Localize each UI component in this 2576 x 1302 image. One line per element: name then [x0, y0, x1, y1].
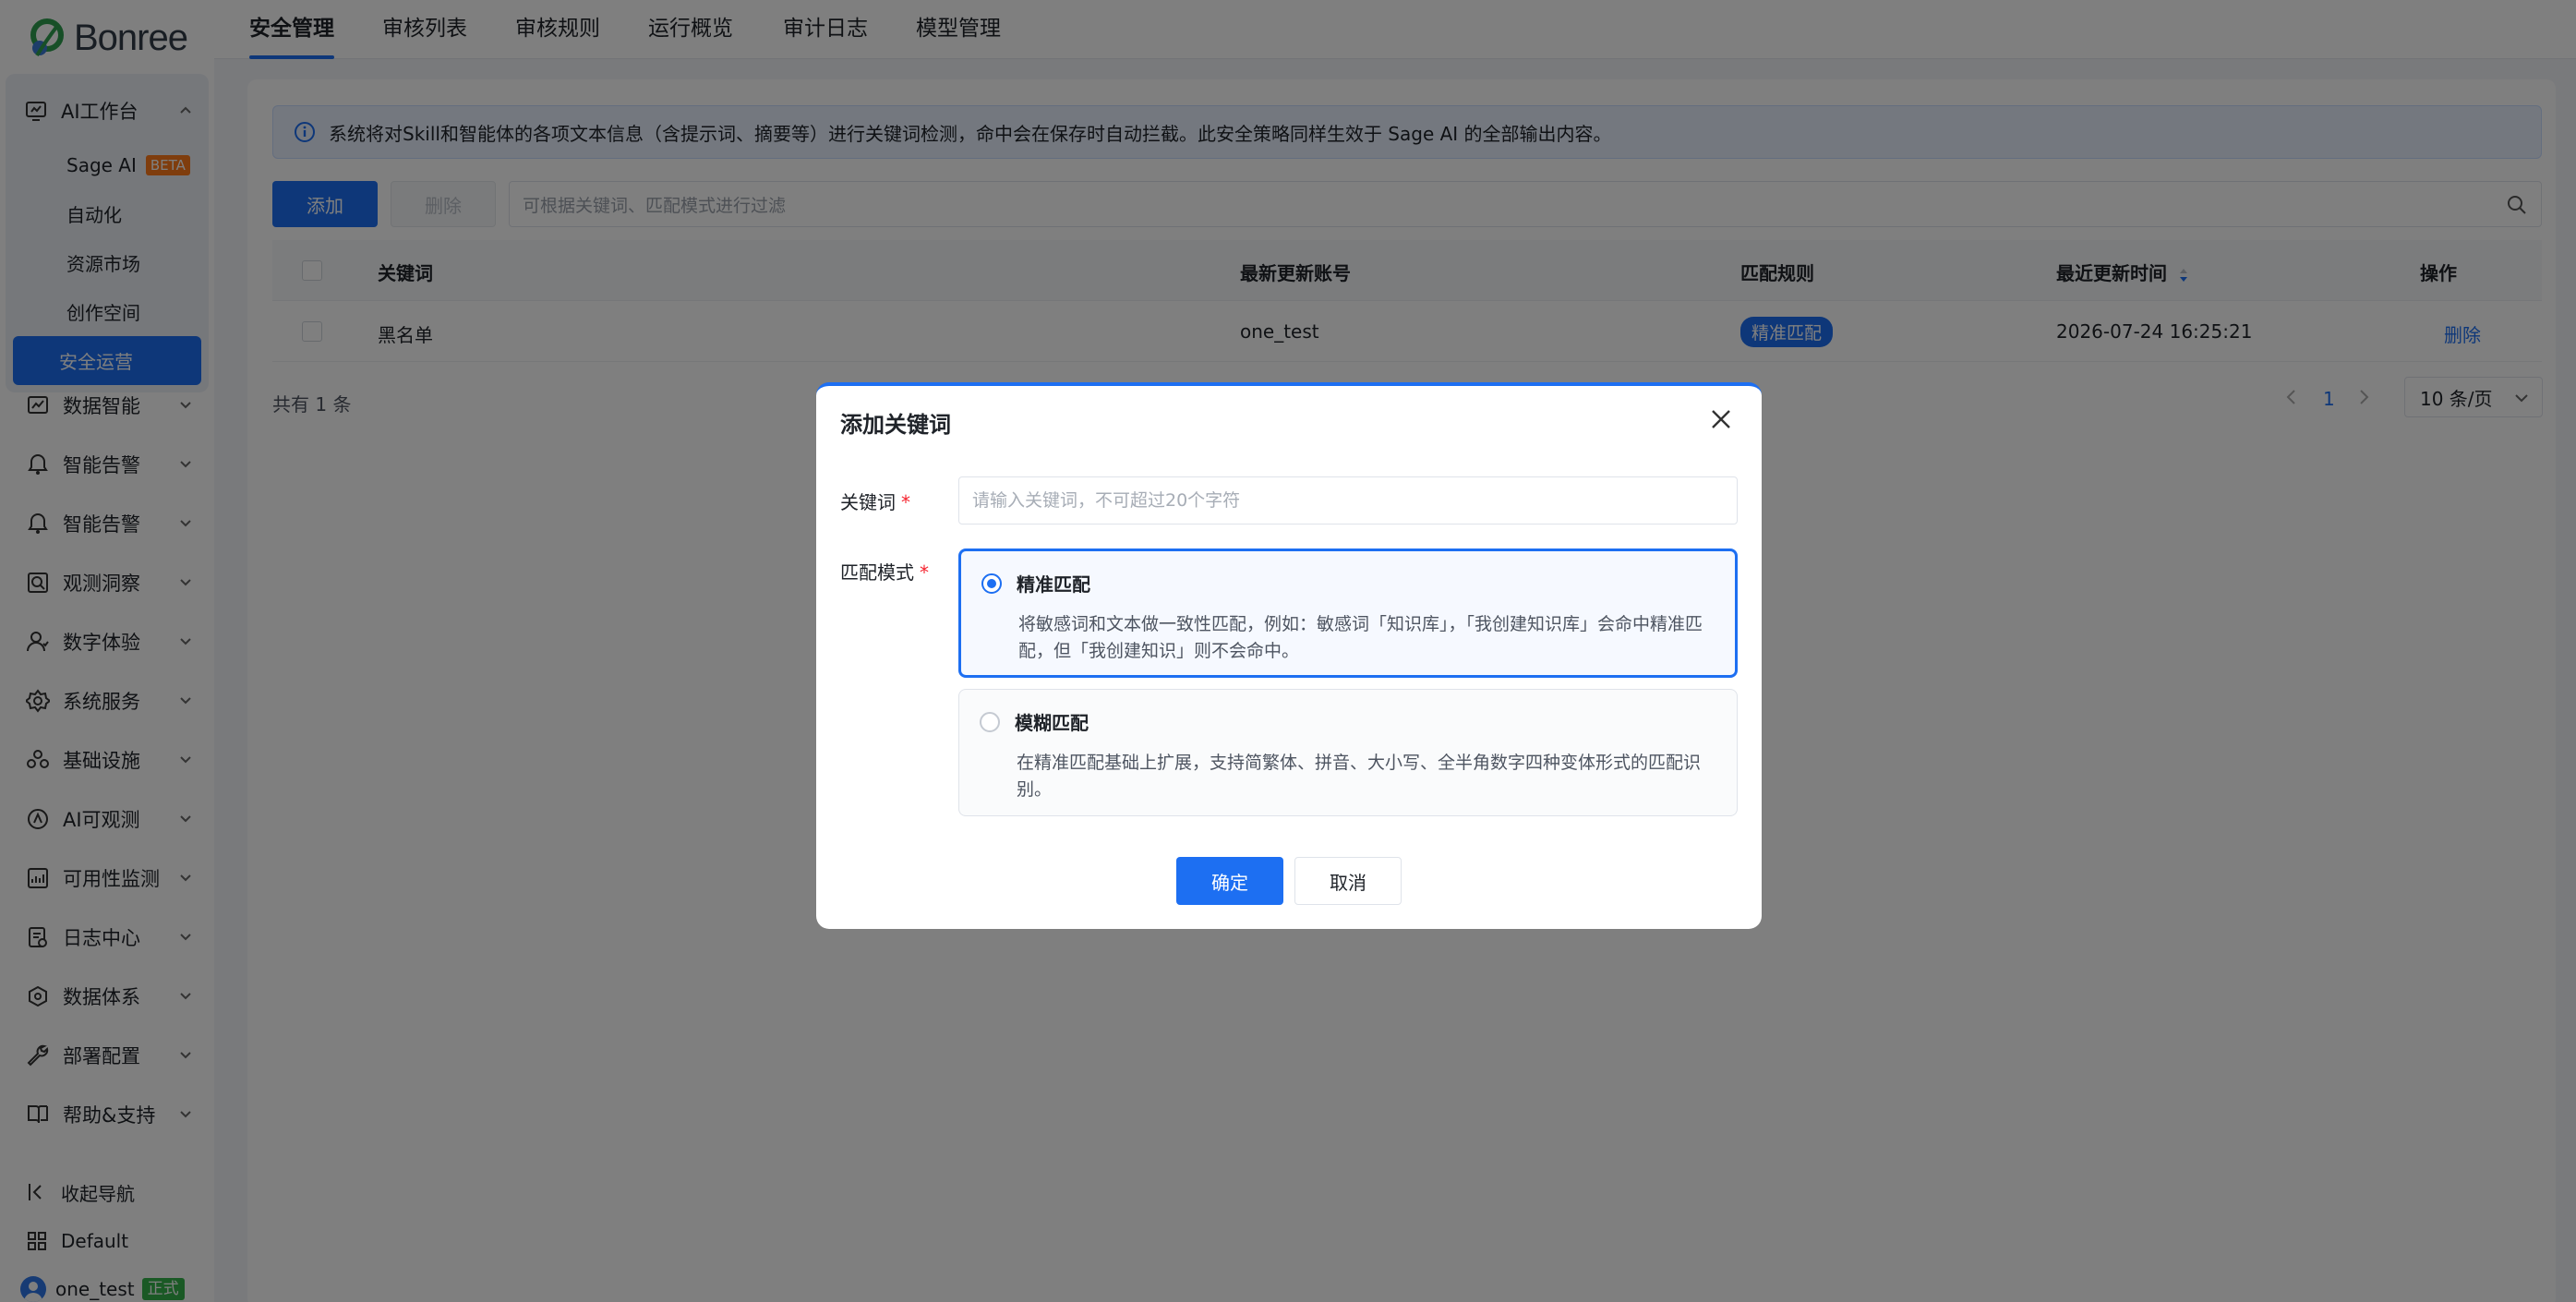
- dialog-title: 添加关键词: [840, 412, 951, 438]
- radio-fuzzy[interactable]: [980, 712, 1000, 732]
- radio-exact[interactable]: [981, 573, 1002, 594]
- match-mode-label: 匹配模式 *: [840, 558, 929, 585]
- match-mode-label-text: 匹配模式: [840, 561, 914, 584]
- option-description: 将敏感词和文本做一致性匹配，例如：敏感词「知识库」，「我创建知识库」会命中精准匹…: [1018, 614, 1703, 661]
- match-option-exact[interactable]: 精准匹配 将敏感词和文本做一致性匹配，例如：敏感词「知识库」，「我创建知识库」会…: [958, 549, 1738, 678]
- option-description: 在精准匹配基础上扩展，支持简繁体、拼音、大小写、全半角数字四种变体形式的匹配识别…: [1017, 753, 1702, 800]
- option-title: 精准匹配: [1017, 573, 1090, 596]
- confirm-button[interactable]: 确定: [1176, 857, 1283, 905]
- keyword-label-text: 关键词: [840, 491, 896, 513]
- keyword-input[interactable]: [958, 476, 1738, 524]
- match-option-fuzzy[interactable]: 模糊匹配 在精准匹配基础上扩展，支持简繁体、拼音、大小写、全半角数字四种变体形式…: [958, 689, 1738, 816]
- required-mark: *: [901, 491, 910, 513]
- keyword-field-label: 关键词 *: [840, 488, 910, 514]
- close-icon[interactable]: [1708, 406, 1734, 432]
- add-keyword-dialog: 添加关键词 关键词* 匹配模式* 精准匹配 将敏感词和文本做一致性匹配，例如：敏…: [816, 382, 1762, 929]
- required-mark: *: [920, 561, 929, 584]
- cancel-button[interactable]: 取消: [1294, 857, 1402, 905]
- option-title: 模糊匹配: [1015, 712, 1089, 734]
